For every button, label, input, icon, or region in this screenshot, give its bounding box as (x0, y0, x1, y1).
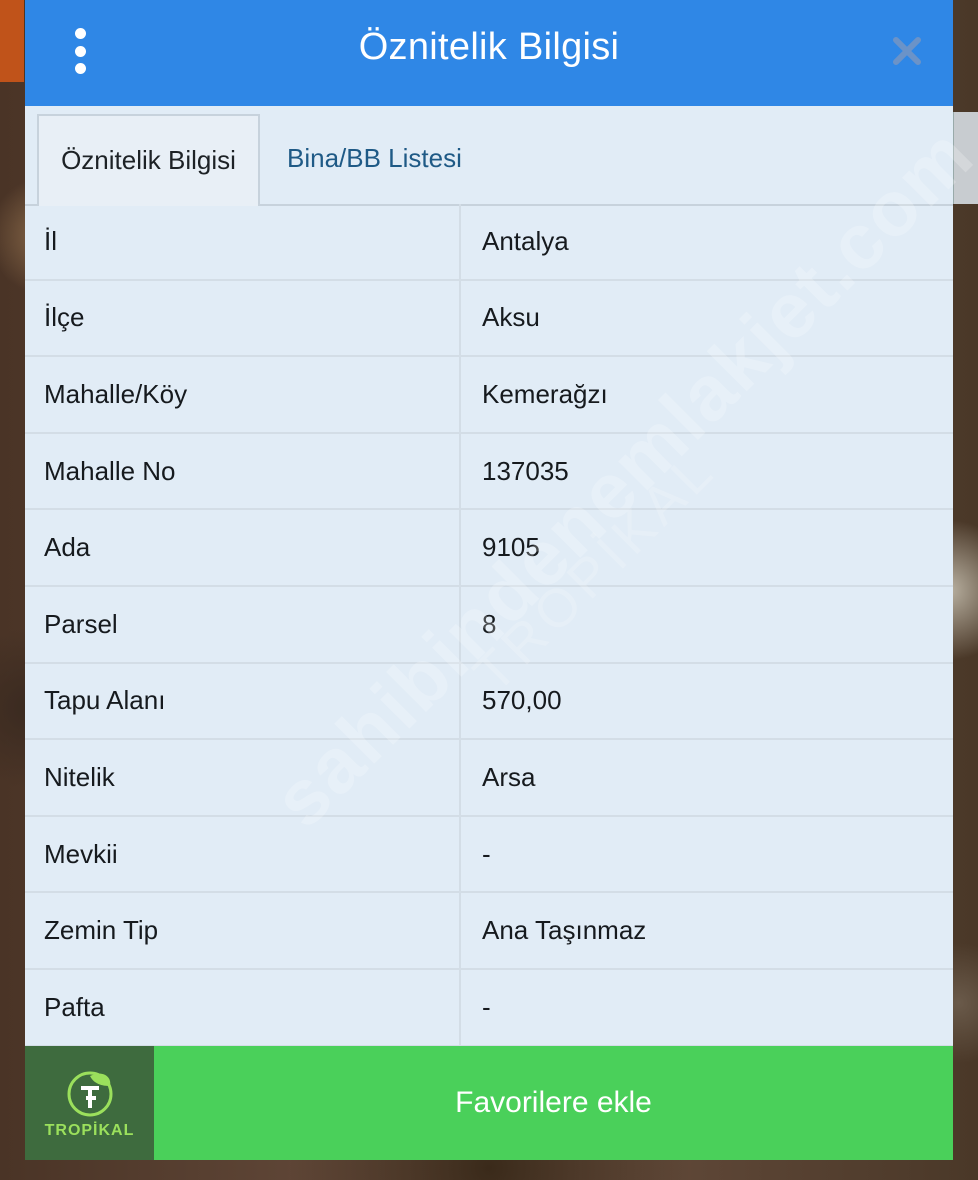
row-value: - (482, 838, 491, 869)
attribute-dialog: Öznitelik Bilgisi Öznitelik Bilgisi Bina… (25, 0, 978, 1160)
table-row: Parsel 8 (25, 586, 953, 664)
table-row: İlçe Aksu (25, 280, 953, 358)
dialog-title: Öznitelik Bilgisi (358, 26, 620, 68)
row-value: 137035 (482, 455, 569, 486)
row-value: Aksu (482, 302, 540, 333)
row-value: Arsa (482, 761, 536, 792)
row-label: İl (25, 204, 461, 279)
row-value: 8 (482, 608, 497, 639)
table-row: Tapu Alanı 570,00 (25, 663, 953, 741)
dialog-header: Öznitelik Bilgisi (25, 0, 953, 107)
add-to-favorites-button[interactable]: Favorilere ekle (154, 1046, 953, 1160)
tab-building-list[interactable]: Bina/BB Listesi (283, 114, 466, 202)
logo-text: TROPİKAL (44, 1122, 135, 1139)
row-value: 9105 (482, 532, 540, 563)
row-label: Pafta (25, 969, 461, 1045)
table-row: Nitelik Arsa (25, 740, 953, 817)
row-value: Antalya (482, 225, 569, 256)
leaf-logo-icon (67, 1071, 112, 1117)
dialog-footer: TROPİKAL Favorilere ekle (25, 1046, 953, 1160)
table-row: Mahalle No 137035 (25, 433, 953, 511)
table-row: İl Antalya (25, 204, 953, 281)
row-label: Ada (25, 510, 461, 585)
table-row: Pafta - (25, 969, 953, 1047)
table-row: Ada 9105 (25, 510, 953, 587)
row-label: Parsel (25, 586, 461, 662)
row-value: Kemerağzı (482, 378, 608, 409)
close-icon[interactable] (891, 32, 923, 70)
row-label: İlçe (25, 280, 461, 356)
tropikal-logo: TROPİKAL (25, 1046, 154, 1160)
attribute-table: İl Antalya İlçe Aksu Mahalle/Köy Kemerağzı Mah… (25, 204, 953, 1047)
table-row: Mahalle/Köy Kemerağzı (25, 357, 953, 434)
row-label: Nitelik (25, 740, 461, 815)
row-label: Zemin Tip (25, 893, 461, 968)
row-label: Mahalle No (25, 433, 461, 509)
table-row: Zemin Tip Ana Taşınmaz (25, 893, 953, 970)
row-value: - (482, 991, 491, 1022)
map-overlay-strip (0, 0, 24, 82)
tab-bar: Öznitelik Bilgisi Bina/BB Listesi (25, 106, 953, 206)
row-label: Tapu Alanı (25, 663, 461, 739)
row-value: Ana Taşınmaz (482, 915, 647, 946)
row-label: Mahalle/Köy (25, 357, 461, 432)
row-value: 570,00 (482, 685, 562, 716)
row-label: Mevkii (25, 816, 461, 892)
tab-attribute-info[interactable]: Öznitelik Bilgisi (37, 114, 260, 206)
table-row: Mevkii - (25, 816, 953, 894)
map-scrollbar[interactable] (953, 112, 978, 204)
